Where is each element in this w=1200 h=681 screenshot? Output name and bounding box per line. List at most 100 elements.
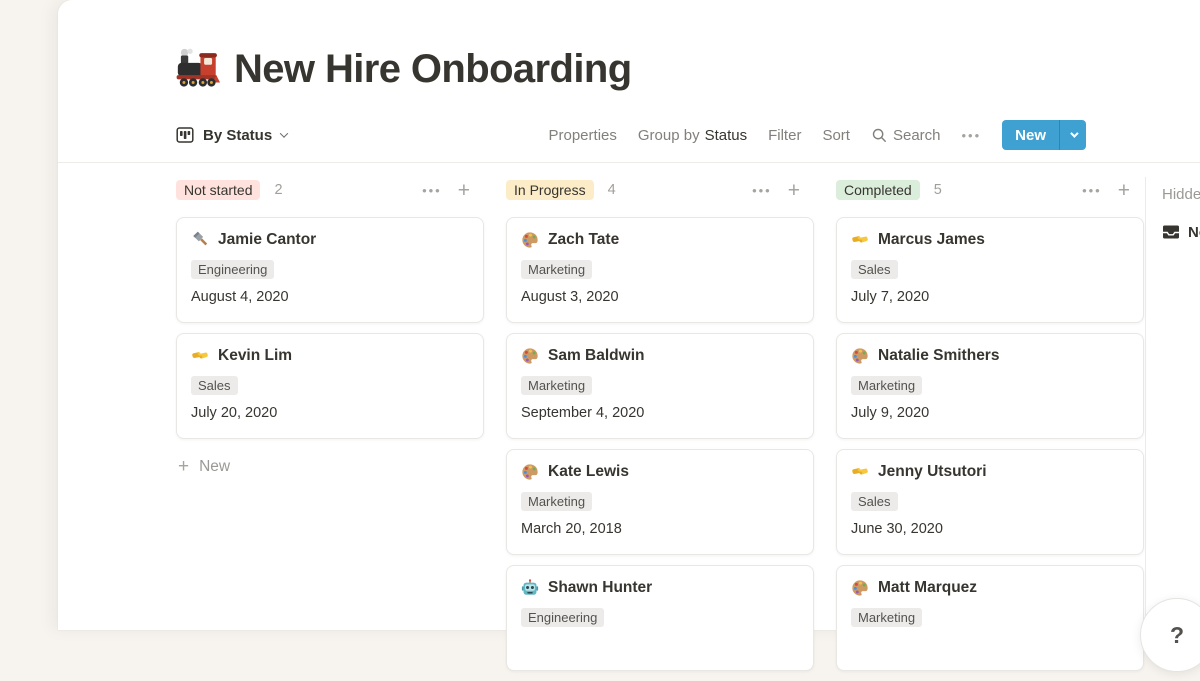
search-button[interactable]: Search [871,127,941,144]
card-title: Kevin Lim [218,347,292,365]
column-actions: ••• + [752,180,814,201]
view-switcher[interactable]: By Status [176,126,287,144]
kanban-board: Not started2•••+Jamie CantorEngineeringA… [176,175,1200,681]
hidden-groups-toggle[interactable]: Hidden groups [1162,179,1200,209]
card-sam-baldwin[interactable]: Sam Baldwin Marketing September 4, 2020 [506,333,814,439]
card-date: June 30, 2020 [851,521,1129,537]
group-by-prefix: Group by [638,127,700,144]
card-tag: Marketing [851,608,922,627]
card-title: Marcus James [878,231,985,249]
card-title: Jamie Cantor [218,231,316,249]
card-tag: Marketing [521,376,592,395]
page-header: New Hire Onboarding [176,46,1200,92]
card-name-row: Matt Marquez [851,579,1129,597]
card-title: Jenny Utsutori [878,463,987,481]
new-button[interactable]: New [1002,120,1059,150]
column-actions: ••• + [422,180,484,201]
hidden-group-no-status[interactable]: No status [1162,223,1200,241]
card-shawn-hunter[interactable]: Shawn HunterEngineering [506,565,814,671]
card-name-row: Marcus James [851,231,1129,249]
palette-emoji [521,463,539,481]
add-card-label: New [199,458,230,476]
card-date: August 4, 2020 [191,289,469,305]
card-date: September 4, 2020 [521,405,799,421]
toolbar-actions: Properties Group by Status Filter Sort S… [549,120,1087,150]
page-title[interactable]: New Hire Onboarding [234,46,632,92]
handshake-emoji [851,231,869,249]
card-tag: Sales [191,376,238,395]
palette-emoji [521,347,539,365]
page-title-icon[interactable] [176,47,220,91]
toolbar-divider [58,162,1200,163]
more-options-button[interactable]: ••• [962,128,982,143]
add-card-button[interactable]: + New [176,451,484,482]
card-tag: Marketing [851,376,922,395]
card-matt-marquez[interactable]: Matt Marquez Marketing [836,565,1144,671]
search-icon [871,127,887,143]
group-by-button[interactable]: Group by Status [638,127,747,144]
column-add-button[interactable]: + [1118,180,1130,201]
card-name-row: Jenny Utsutori [851,463,1129,481]
column-status-badge[interactable]: In Progress [506,180,594,200]
chevron-down-icon [280,129,288,137]
column-count: 5 [934,182,942,198]
board-column-in-progress: In Progress4•••+Zach TateMarketingAugust… [506,175,814,681]
card-title: Natalie Smithers [878,347,999,365]
inbox-icon [1162,223,1180,241]
board-column-completed: Completed 5 ••• + Marcus James Sales July 7, 2… [836,175,1144,681]
view-switcher-label: By Status [203,127,272,144]
card-marcus-james[interactable]: Marcus James Sales July 7, 2020 [836,217,1144,323]
card-name-row: Natalie Smithers [851,347,1129,365]
new-button-group: New [1002,120,1086,150]
plus-icon: + [178,457,189,476]
column-more-button[interactable]: ••• [752,183,772,198]
card-name-row: Sam Baldwin [521,347,799,365]
handshake-emoji [191,347,209,365]
column-status-badge[interactable]: Not started [176,180,260,200]
column-status-badge[interactable]: Completed [836,180,920,200]
column-header: Not started2•••+ [176,175,484,205]
new-button-dropdown[interactable] [1060,120,1086,150]
column-more-button[interactable]: ••• [1082,183,1102,198]
card-jenny-utsutori[interactable]: Jenny UtsutoriSalesJune 30, 2020 [836,449,1144,555]
column-add-button[interactable]: + [788,180,800,201]
board-view-icon [176,126,194,144]
card-name-row: Zach Tate [521,231,799,249]
sort-button[interactable]: Sort [822,127,850,144]
column-count: 4 [608,182,616,198]
card-tag: Engineering [191,260,274,279]
group-by-value: Status [705,127,748,144]
column-add-button[interactable]: + [458,180,470,201]
column-more-button[interactable]: ••• [422,183,442,198]
chevron-down-icon [1070,129,1078,137]
card-natalie-smithers[interactable]: Natalie SmithersMarketingJuly 9, 2020 [836,333,1144,439]
hidden-group-label: No status [1188,224,1200,241]
card-title: Zach Tate [548,231,619,249]
column-header: Completed 5 ••• + [836,175,1144,205]
column-header: In Progress 4 ••• + [506,175,814,205]
card-jamie-cantor[interactable]: Jamie Cantor Engineering August 4, 2020 [176,217,484,323]
card-title: Sam Baldwin [548,347,644,365]
card-zach-tate[interactable]: Zach TateMarketingAugust 3, 2020 [506,217,814,323]
search-label: Search [893,127,941,144]
page-panel: New Hire Onboarding By Status Properties… [58,0,1200,630]
handshake-emoji [851,463,869,481]
palette-emoji [851,347,869,365]
palette-emoji [851,579,869,597]
card-kate-lewis[interactable]: Kate LewisMarketingMarch 20, 2018 [506,449,814,555]
column-actions: ••• + [1082,180,1144,201]
filter-button[interactable]: Filter [768,127,801,144]
properties-button[interactable]: Properties [549,127,617,144]
card-tag: Engineering [521,608,604,627]
board-column-not-started: Not started2•••+Jamie CantorEngineeringA… [176,175,484,482]
card-kevin-lim[interactable]: Kevin Lim Sales July 20, 2020 [176,333,484,439]
card-name-row: Kate Lewis [521,463,799,481]
card-date: August 3, 2020 [521,289,799,305]
hidden-groups-section: Hidden groups No status [1145,177,1200,630]
card-tag: Sales [851,260,898,279]
robot-emoji [521,579,539,597]
card-name-row: Jamie Cantor [191,231,469,249]
card-tag: Marketing [521,492,592,511]
card-date: July 20, 2020 [191,405,469,421]
card-date: July 7, 2020 [851,289,1129,305]
